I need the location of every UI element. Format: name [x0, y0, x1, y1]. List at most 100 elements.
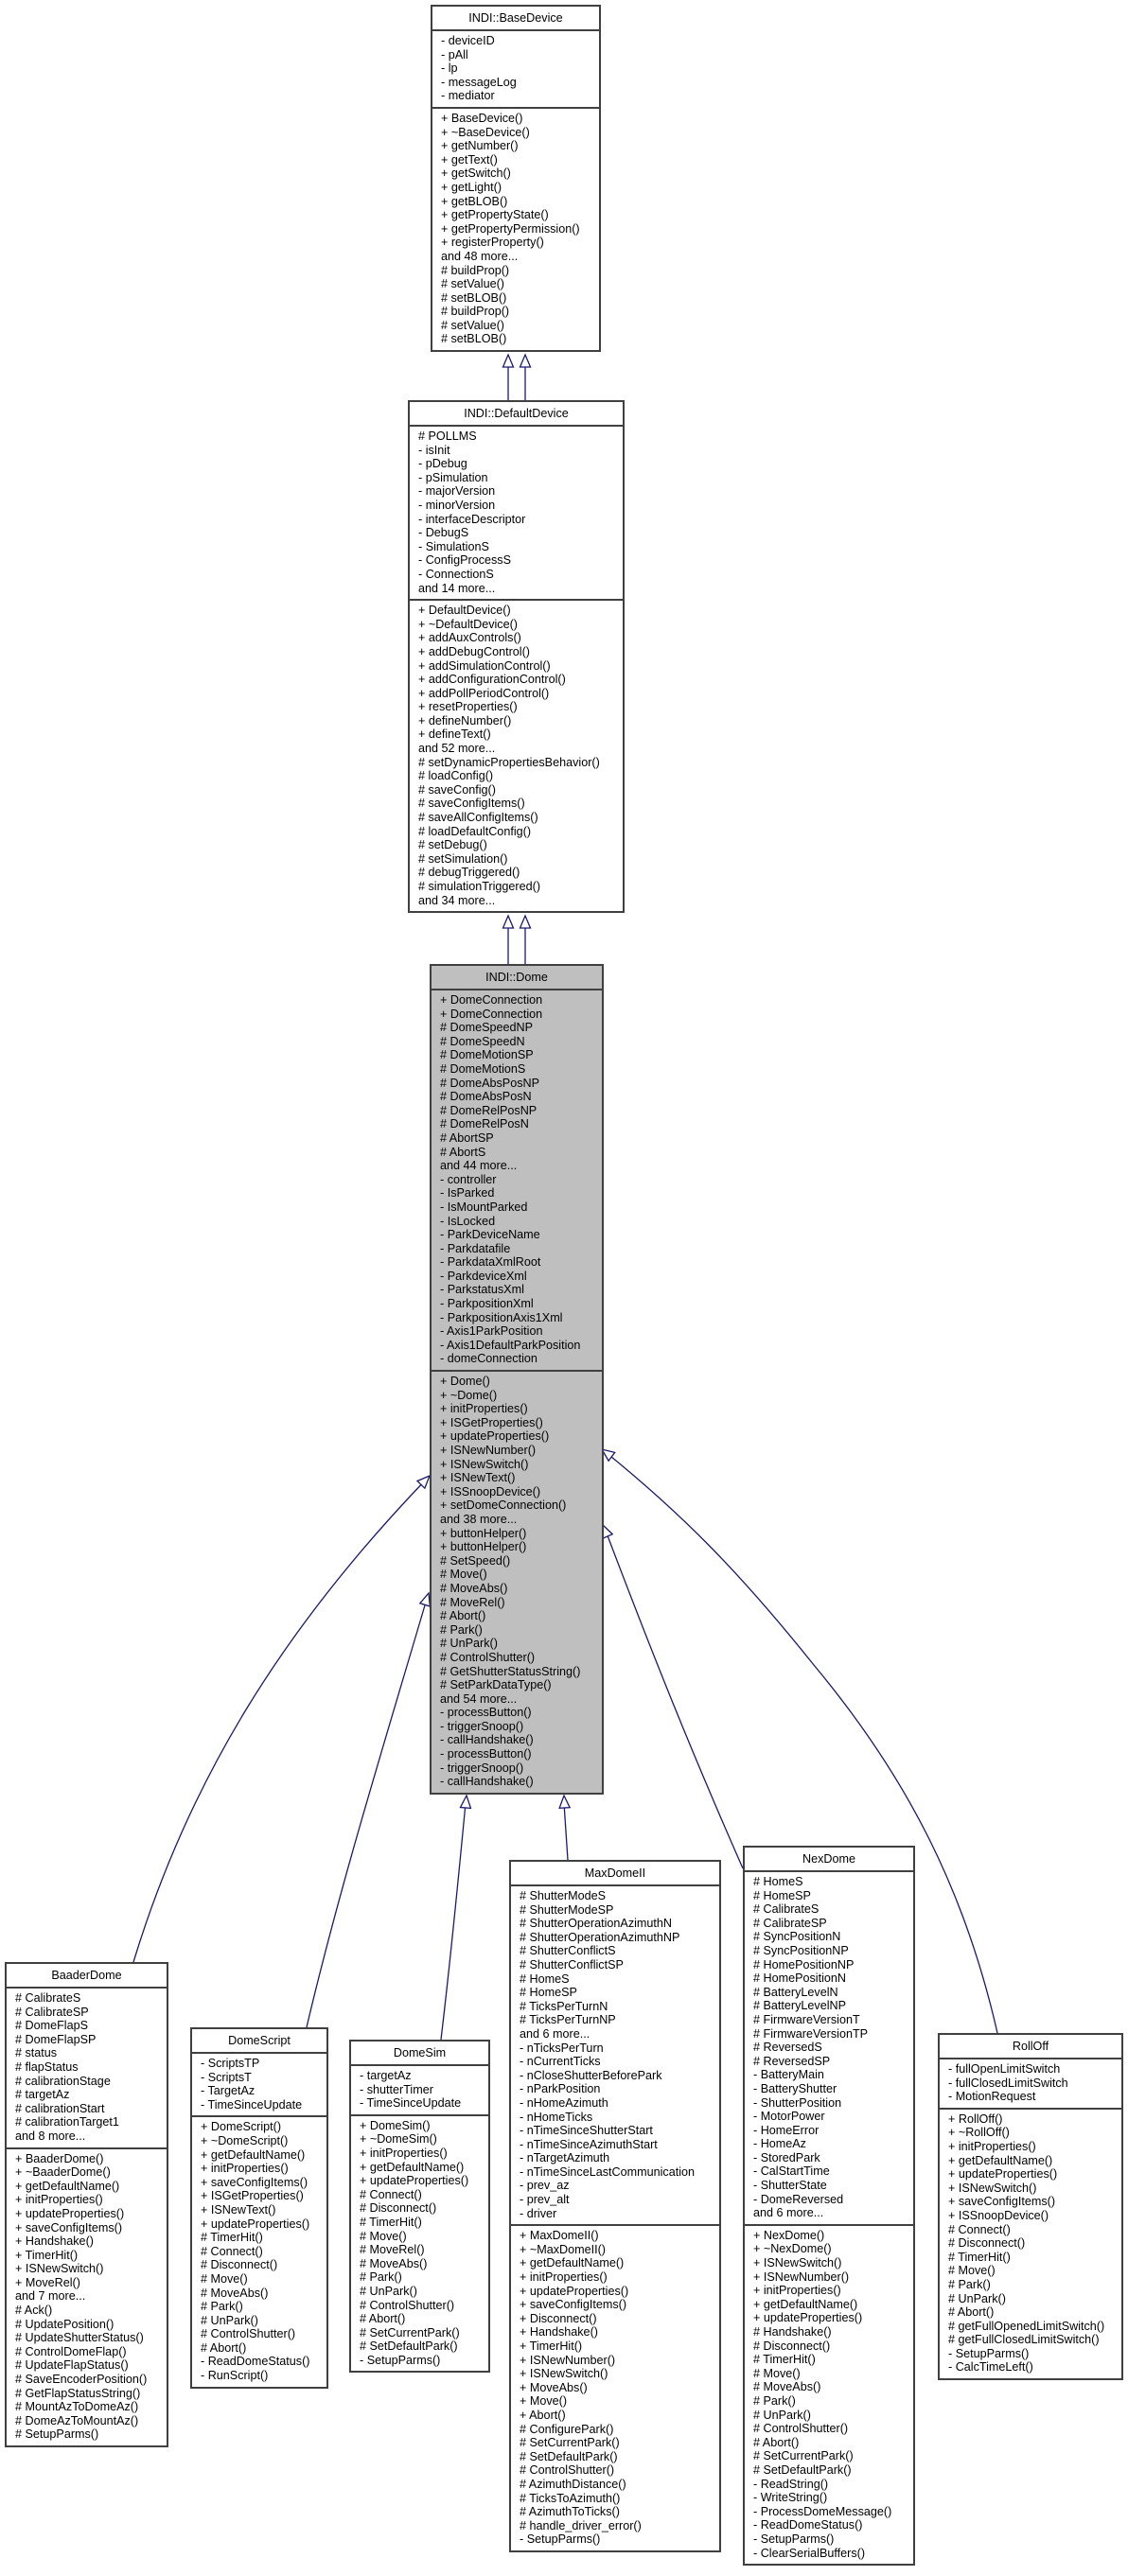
method-item: # MoveAbs(): [360, 2256, 428, 2270]
method-item: # getFullClosedLimitSwitch(): [948, 2333, 1100, 2347]
more-members-link[interactable]: and 8 more...: [15, 2129, 161, 2144]
method-item: # UnPark(): [440, 1637, 498, 1651]
attribute-item: - ShutterState: [753, 2179, 827, 2193]
method-item: - processButton(): [440, 1706, 532, 1720]
method-item: + addSimulationControl(): [418, 658, 551, 673]
edge-line: [605, 1530, 744, 1869]
attribute-item: # ShutterOperationAzimuthN: [520, 1917, 673, 1931]
method-item: # Abort(): [948, 2305, 995, 2320]
method-item: - triggerSnoop(): [440, 1719, 524, 1733]
attribute-list: # CalibrateS # CalibrateSP # DomeFlapS # Do…: [7, 1989, 167, 2147]
attribute-item: - prev_alt: [520, 2193, 570, 2207]
method-item: + getDefaultName(): [15, 2179, 120, 2193]
method-item: + updateProperties(): [360, 2174, 469, 2188]
inheritance-arrowhead-icon: [519, 914, 532, 929]
attribute-item: - ConfigProcessS: [418, 553, 511, 568]
class-box-maxdomeii[interactable]: MaxDomeII # ShutterModeS # ShutterModeSP # …: [509, 1860, 721, 2552]
class-box-baaderdome[interactable]: BaaderDome # CalibrateS # CalibrateSP # Dom…: [5, 1962, 168, 2447]
attribute-item: # calibrationStage: [15, 2074, 111, 2088]
method-item: # SetCurrentPark(): [520, 2436, 620, 2450]
more-members-link[interactable]: and 14 more...: [418, 582, 617, 596]
method-item: - ProcessDomeMessage(): [753, 2504, 892, 2518]
attribute-item: # TicksPerTurnN: [520, 1999, 608, 2013]
method-item: + initProperties(): [201, 2162, 289, 2176]
more-members-link[interactable]: and 38 more...: [440, 1513, 596, 1527]
method-item: + Dome(): [440, 1375, 490, 1389]
method-list: + DefaultDevice() + ~DefaultDevice() + add…: [410, 599, 623, 911]
method-item: + DomeScript(): [201, 2120, 282, 2134]
more-members-link[interactable]: and 6 more...: [753, 2206, 908, 2220]
attribute-item: - ParkDeviceName: [440, 1228, 540, 1242]
method-item: + Handshake(): [15, 2234, 94, 2249]
attribute-item: - domeConnection: [440, 1352, 538, 1366]
method-item: # Abort(): [201, 2340, 247, 2355]
more-members-link[interactable]: and 54 more...: [440, 1692, 596, 1707]
class-name: INDI::Dome: [432, 966, 602, 990]
class-box-domesim[interactable]: DomeSim - targetAz - shutterTimer - TimeSin…: [349, 2040, 490, 2374]
method-item: - RunScript(): [201, 2369, 269, 2383]
method-item: # Connect(): [201, 2244, 263, 2258]
attribute-item: # BatteryLevelN: [753, 1985, 838, 1999]
method-item: # TimerHit(): [201, 2231, 263, 2245]
method-item: # loadDefaultConfig(): [418, 824, 532, 838]
class-box-dome[interactable]: INDI::Dome + DomeConnection + DomeConnecti…: [430, 964, 604, 1795]
attribute-item: # DomeRelPosN: [440, 1117, 529, 1131]
attribute-list: - deviceID - pAll - lp - messageLog - mediat…: [432, 31, 599, 107]
method-list: + MaxDomeII() + ~MaxDomeII() + getDefaultN…: [511, 2224, 719, 2550]
method-item: # ControlShutter(): [520, 2463, 615, 2478]
attribute-item: - TimeSinceUpdate: [201, 2097, 303, 2112]
method-item: + getPropertyPermission(): [441, 221, 580, 236]
class-box-basedevice[interactable]: INDI::BaseDevice - deviceID - pAll - lp - me…: [431, 5, 601, 353]
method-item: + ISNewSwitch(): [15, 2262, 104, 2276]
method-item: # TicksToAzimuth(): [520, 2491, 621, 2505]
method-item: # UpdateShutterStatus(): [15, 2331, 144, 2345]
attribute-item: # HomeS: [520, 1971, 570, 1986]
class-box-defaultdevice[interactable]: INDI::DefaultDevice # POLLMS - isInit - pDe…: [408, 400, 625, 914]
method-item: # MoveRel(): [360, 2243, 425, 2257]
attribute-item: - messageLog: [441, 75, 517, 89]
inheritance-arrowhead-icon: [602, 1523, 614, 1540]
method-item: # Abort(): [753, 2435, 800, 2449]
more-members-link[interactable]: and 48 more...: [441, 250, 593, 264]
attribute-item: - IsParked: [440, 1186, 495, 1200]
method-item: + saveConfigItems(): [201, 2175, 308, 2189]
method-item: # setSimulation(): [418, 851, 508, 866]
more-members-link[interactable]: and 6 more...: [520, 2027, 714, 2042]
attribute-item: # ShutterConflictSP: [520, 1957, 624, 1971]
attribute-item: - nTicksPerTurn: [520, 2041, 604, 2055]
attribute-item: - controller: [440, 1172, 497, 1186]
edge-line: [306, 1598, 428, 2028]
method-item: + initProperties(): [520, 2270, 608, 2285]
method-item: # setDebug(): [418, 838, 487, 852]
method-item: - callHandshake(): [440, 1775, 534, 1789]
more-members-link[interactable]: and 52 more...: [418, 742, 617, 756]
attribute-item: # POLLMS: [418, 429, 477, 443]
method-item: # SetDefaultPark(): [360, 2339, 458, 2354]
method-item: + initProperties(): [948, 2139, 1036, 2153]
method-item: # MoveAbs(): [753, 2380, 821, 2394]
attribute-item: # FirmwareVersionTP: [753, 2026, 869, 2041]
method-item: + getNumber(): [441, 139, 519, 153]
method-item: # TimerHit(): [360, 2215, 422, 2229]
more-members-link[interactable]: and 44 more...: [440, 1159, 596, 1173]
method-item: # Disconnect(): [360, 2201, 437, 2216]
more-members-link[interactable]: and 34 more...: [418, 894, 617, 908]
attribute-item: # TicksPerTurnNP: [520, 2013, 616, 2027]
class-box-domescript[interactable]: DomeScript - ScriptsTP - ScriptsT - TargetA…: [190, 2027, 328, 2389]
class-box-nexdome[interactable]: NexDome # HomeS # HomeSP # CalibrateS # Cali…: [743, 1846, 915, 2567]
method-item: + saveConfigItems(): [520, 2298, 627, 2312]
attribute-item: - HomeAz: [753, 2137, 806, 2151]
method-item: - triggerSnoop(): [440, 1761, 524, 1775]
method-item: + getDefaultName(): [753, 2297, 858, 2311]
attribute-item: - nTimeSinceAzimuthStart: [520, 2137, 658, 2151]
attribute-item: # DomeAbsPosNP: [440, 1076, 539, 1090]
attribute-item: - BatteryMain: [753, 2068, 824, 2082]
class-box-rolloff[interactable]: RollOff - fullOpenLimitSwitch - fullClosed…: [938, 2033, 1123, 2381]
more-members-link[interactable]: and 7 more...: [15, 2289, 161, 2304]
method-item: # ControlShutter(): [201, 2327, 296, 2341]
attribute-item: - deviceID: [441, 34, 495, 47]
method-item: # SetCurrentPark(): [360, 2325, 460, 2339]
attribute-item: # CalibrateSP: [753, 1916, 827, 1930]
method-item: + buttonHelper(): [440, 1526, 527, 1540]
method-item: # Move(): [948, 2264, 996, 2278]
